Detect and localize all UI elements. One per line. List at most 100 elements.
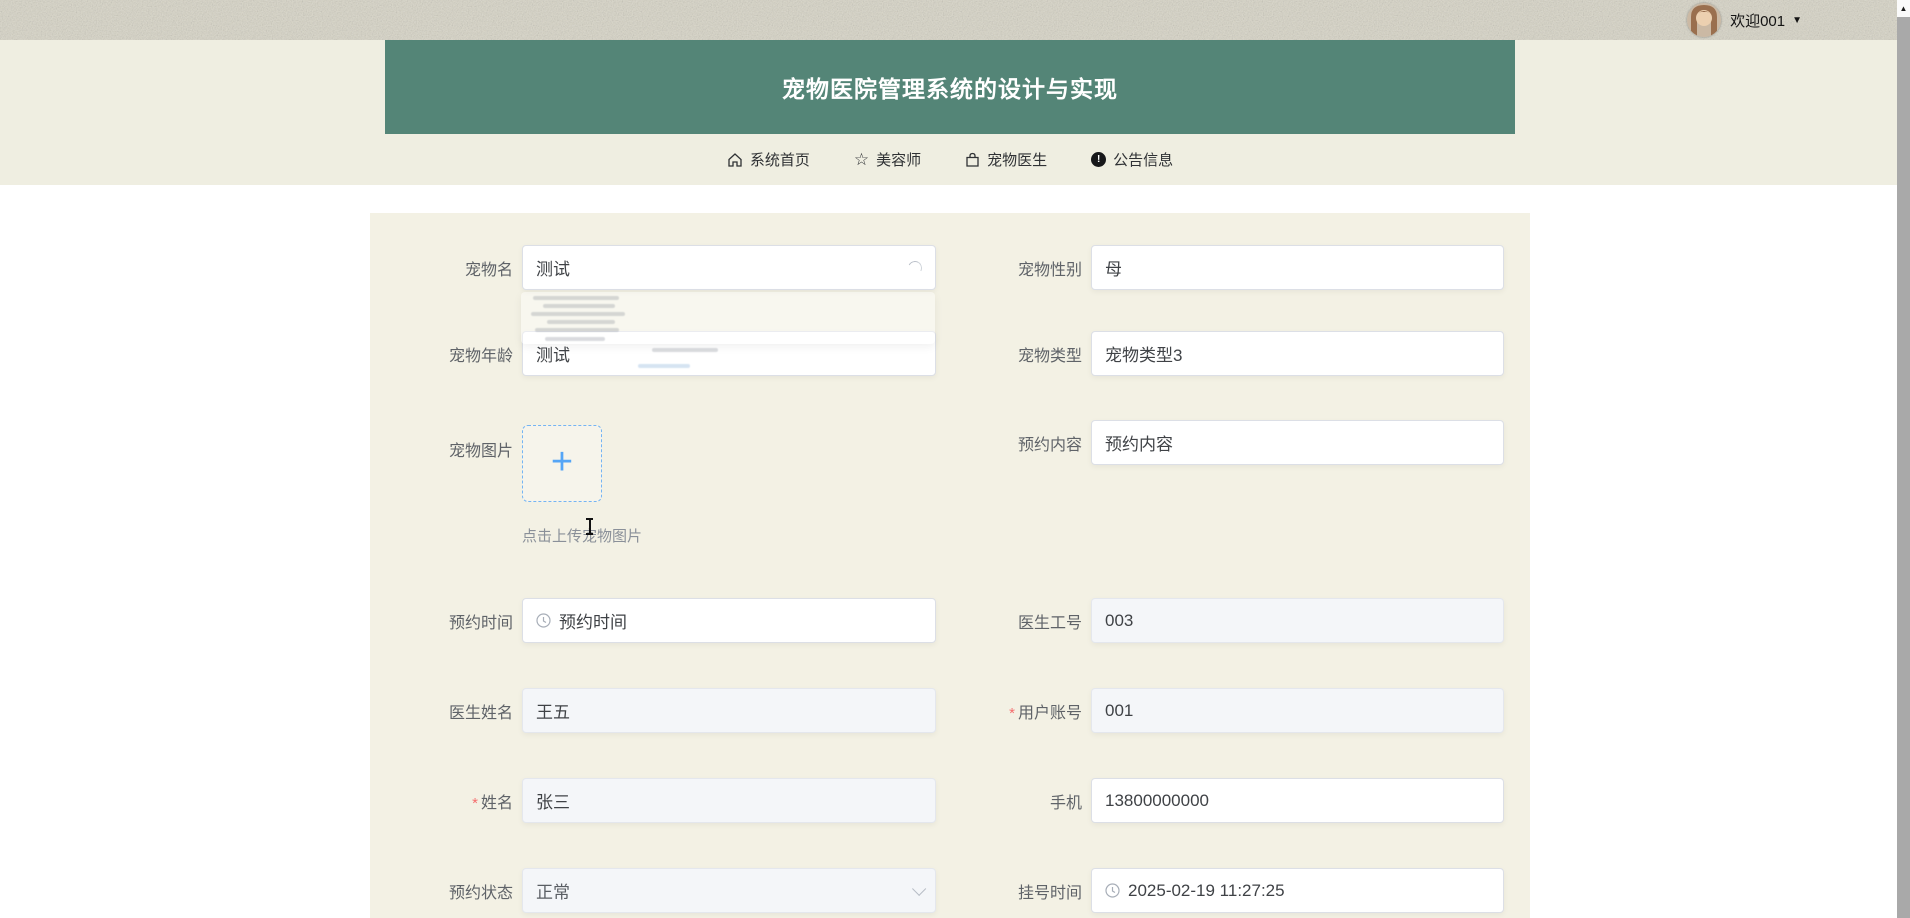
noise-texture xyxy=(0,0,1910,40)
field-real-name: *姓名 xyxy=(363,778,936,823)
vertical-scrollbar[interactable]: ▲ xyxy=(1897,0,1910,918)
doctor-no-box xyxy=(1091,598,1504,643)
upload-button[interactable]: + xyxy=(522,425,602,502)
pet-type-input[interactable] xyxy=(1105,344,1490,364)
real-name-input[interactable] xyxy=(536,791,922,811)
text-cursor xyxy=(585,518,594,535)
appoint-content-input[interactable] xyxy=(1105,433,1490,453)
site-banner: 宠物医院管理系统的设计与实现 xyxy=(385,40,1515,134)
ghost-line xyxy=(535,328,619,332)
pet-gender-label: 宠物性别 xyxy=(932,256,1091,280)
phone-input[interactable] xyxy=(1105,791,1490,811)
pet-name-label: 宠物名 xyxy=(363,256,522,280)
user-account-label: *用户账号 xyxy=(932,699,1091,723)
nav-item-notice[interactable]: ! 公告信息 xyxy=(1091,149,1173,170)
nav-label: 美容师 xyxy=(876,149,921,170)
register-time-input[interactable] xyxy=(1128,881,1490,901)
user-account-label-text: 用户账号 xyxy=(1018,705,1082,722)
appoint-content-label: 预约内容 xyxy=(932,431,1091,455)
welcome-dropdown[interactable]: 欢迎001 ▼ xyxy=(1730,10,1802,31)
real-name-label: *姓名 xyxy=(363,789,522,813)
ghost-line xyxy=(652,348,718,352)
field-register-time: 挂号时间 xyxy=(932,868,1504,913)
handbag-icon xyxy=(965,152,980,168)
real-name-label-text: 姓名 xyxy=(481,795,513,812)
nav-item-home[interactable]: 系统首页 xyxy=(727,149,810,170)
warning-icon: ! xyxy=(1091,152,1106,167)
chevron-down-icon xyxy=(912,881,926,895)
page-title: 宠物医院管理系统的设计与实现 xyxy=(782,70,1118,104)
field-appoint-time: 预约时间 xyxy=(363,598,936,643)
nav-item-groomer[interactable]: ☆ 美容师 xyxy=(854,149,921,170)
pet-type-box xyxy=(1091,331,1504,376)
avatar-image xyxy=(1687,3,1721,37)
upload-hint: 点击上传宠物图片 xyxy=(522,525,642,546)
autocomplete-dropdown xyxy=(521,292,935,344)
scrollbar-thumb[interactable] xyxy=(1897,17,1910,918)
caret-down-icon: ▼ xyxy=(1792,15,1802,26)
pet-name-input[interactable] xyxy=(536,258,922,278)
field-doctor-no: 医生工号 xyxy=(932,598,1504,643)
nav-label: 公告信息 xyxy=(1113,149,1173,170)
field-pet-name: 宠物名 xyxy=(363,245,936,290)
pet-type-label: 宠物类型 xyxy=(932,342,1091,366)
doctor-name-label: 医生姓名 xyxy=(363,699,522,723)
field-pet-gender: 宠物性别 xyxy=(932,245,1504,290)
appoint-time-box xyxy=(522,598,936,643)
user-account-box xyxy=(1091,688,1504,733)
avatar[interactable] xyxy=(1687,3,1721,37)
field-doctor-name: 医生姓名 xyxy=(363,688,936,733)
user-menu[interactable]: 欢迎001 ▼ xyxy=(1687,0,1802,40)
ghost-line xyxy=(545,337,605,341)
ghost-line xyxy=(547,320,615,324)
field-pet-image: 宠物图片 + 点击上传宠物图片 xyxy=(363,425,642,546)
nav-item-vet[interactable]: 宠物医生 xyxy=(965,149,1047,170)
field-appoint-content: 预约内容 xyxy=(932,420,1504,465)
required-marker: * xyxy=(1009,705,1015,722)
real-name-box xyxy=(522,778,936,823)
appoint-time-label: 预约时间 xyxy=(363,609,522,633)
appoint-time-input[interactable] xyxy=(559,611,922,631)
home-icon xyxy=(727,152,743,168)
phone-box xyxy=(1091,778,1504,823)
doctor-no-label: 医生工号 xyxy=(932,609,1091,633)
ghost-line xyxy=(531,312,625,316)
pet-name-box xyxy=(522,245,936,290)
pet-age-label: 宠物年龄 xyxy=(363,342,522,366)
pet-age-input[interactable] xyxy=(536,344,922,364)
field-pet-type: 宠物类型 xyxy=(932,331,1504,376)
appoint-status-value: 正常 xyxy=(536,878,904,903)
phone-label: 手机 xyxy=(932,789,1091,813)
doctor-name-input[interactable] xyxy=(536,701,922,721)
star-icon: ☆ xyxy=(854,151,869,168)
field-phone: 手机 xyxy=(932,778,1504,823)
clock-icon xyxy=(1105,883,1120,898)
appoint-status-label: 预约状态 xyxy=(363,879,522,903)
field-appoint-status: 预约状态 正常 xyxy=(363,868,936,913)
ghost-line xyxy=(638,364,690,368)
main-nav: 系统首页 ☆ 美容师 宠物医生 ! 公告信息 xyxy=(385,134,1515,185)
pet-image-label: 宠物图片 xyxy=(363,425,522,461)
welcome-text: 欢迎001 xyxy=(1730,10,1785,31)
register-time-box xyxy=(1091,868,1504,913)
nav-label: 系统首页 xyxy=(750,149,810,170)
user-account-input[interactable] xyxy=(1105,701,1490,721)
scroll-up-icon: ▲ xyxy=(1900,4,1908,13)
doctor-no-input[interactable] xyxy=(1105,611,1490,631)
pet-gender-box xyxy=(1091,245,1504,290)
field-user-account: *用户账号 xyxy=(932,688,1504,733)
appoint-content-box xyxy=(1091,420,1504,465)
clock-icon xyxy=(536,613,551,628)
plus-icon: + xyxy=(551,443,573,481)
pet-image-uploader: + 点击上传宠物图片 xyxy=(522,425,642,546)
ghost-line xyxy=(533,296,619,300)
nav-label: 宠物医生 xyxy=(987,149,1047,170)
pet-gender-input[interactable] xyxy=(1105,258,1490,278)
ghost-line xyxy=(543,304,615,308)
top-bar: 欢迎001 ▼ xyxy=(0,0,1910,40)
doctor-name-box xyxy=(522,688,936,733)
warning-mark: ! xyxy=(1097,155,1100,165)
scroll-up-button[interactable]: ▲ xyxy=(1897,0,1910,17)
appoint-status-select[interactable]: 正常 xyxy=(522,868,936,913)
required-marker: * xyxy=(472,795,478,812)
